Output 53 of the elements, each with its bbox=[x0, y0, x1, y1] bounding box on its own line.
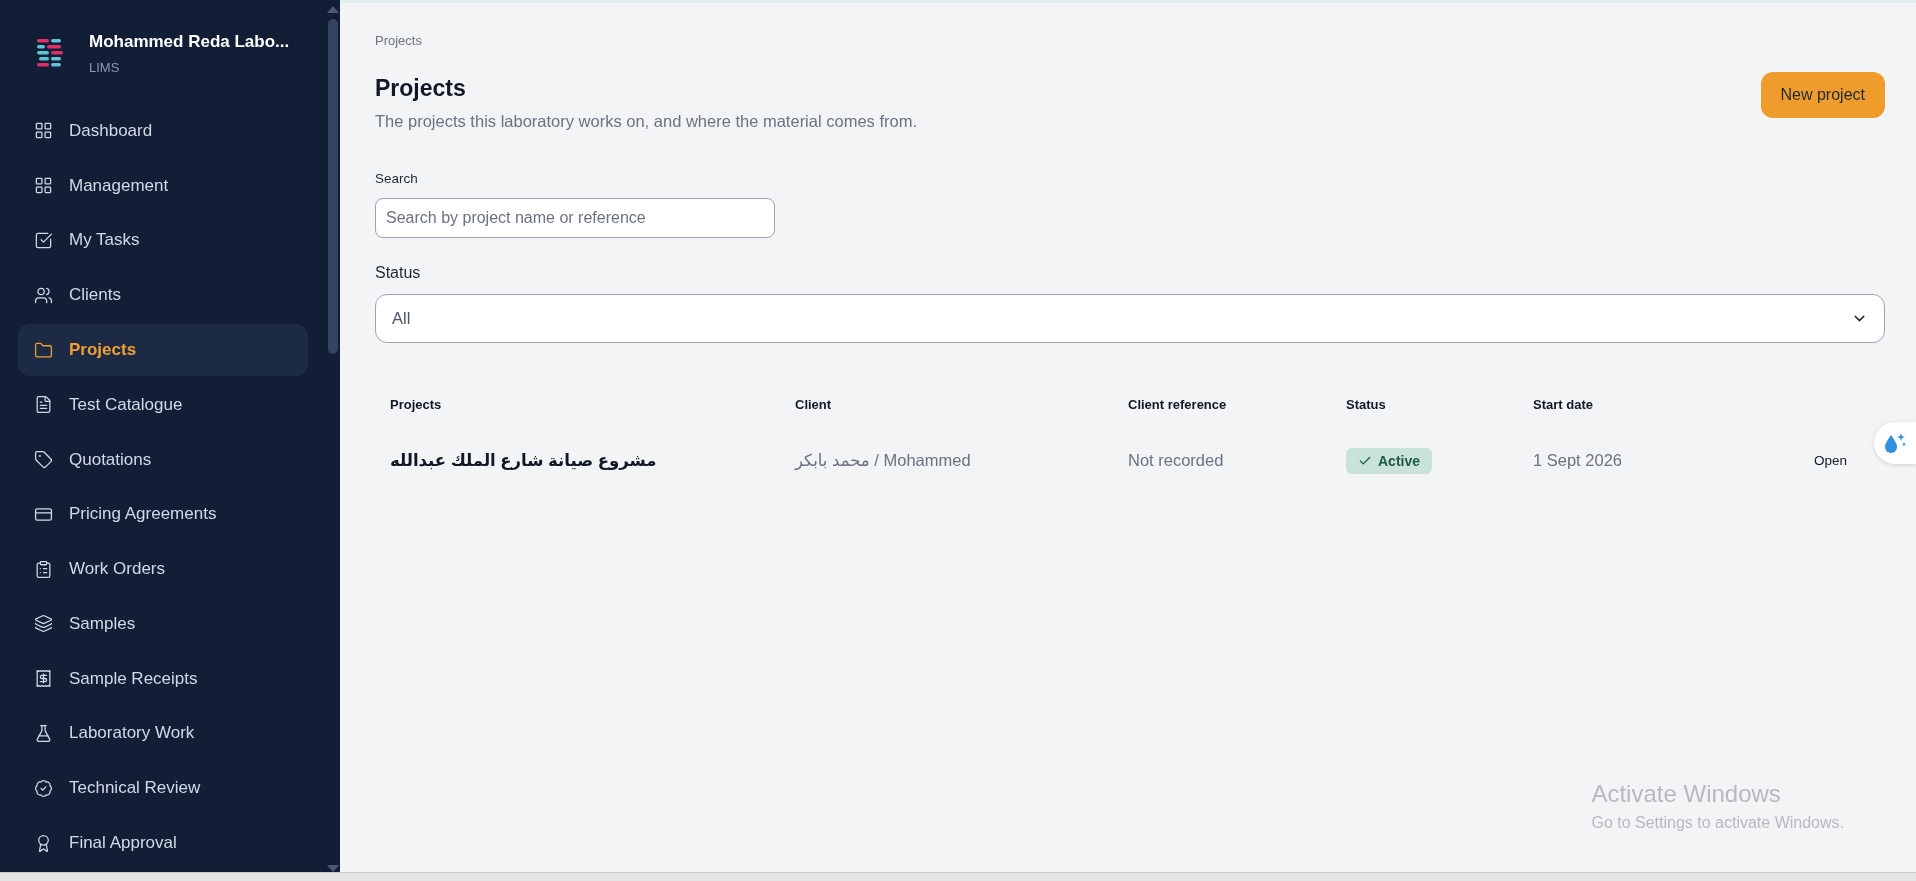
sidebar-item[interactable]: My Tasks bbox=[18, 214, 308, 267]
open-link[interactable]: Open bbox=[1813, 453, 1847, 468]
scroll-up-icon[interactable] bbox=[327, 6, 339, 13]
sidebar-item[interactable]: Quotations bbox=[18, 433, 308, 486]
sidebar-item[interactable]: Technical Review bbox=[18, 762, 308, 815]
clipboard-icon bbox=[34, 559, 53, 579]
search-field[interactable]: Search by project name or reference bbox=[375, 198, 775, 238]
tag-icon bbox=[34, 450, 53, 470]
column-header: Status bbox=[1345, 396, 1387, 414]
sidebar-item[interactable]: Test Catalogue bbox=[18, 378, 308, 431]
grid-icon bbox=[34, 176, 53, 196]
badge-check-icon bbox=[34, 778, 53, 798]
activation-title: Activate Windows bbox=[1591, 780, 1782, 808]
page-description: The projects this laboratory works on, and where the material comes from. bbox=[375, 112, 917, 131]
sidebar-item[interactable]: Laboratory Work bbox=[18, 707, 308, 760]
column-header: Projects bbox=[389, 396, 443, 414]
status-badge: Active bbox=[1346, 447, 1433, 474]
checklist-icon bbox=[34, 230, 53, 250]
sidebar-item[interactable]: Projects bbox=[18, 324, 308, 376]
status-label: Status bbox=[375, 264, 422, 282]
new-project-button[interactable]: New project bbox=[1760, 72, 1885, 118]
droplet-icon bbox=[1882, 431, 1908, 455]
grid-icon bbox=[34, 121, 53, 141]
sidebar-item[interactable]: Dashboard bbox=[18, 105, 308, 157]
page-title: Projects bbox=[375, 75, 467, 102]
sidebar-item[interactable]: Sample Receipts bbox=[18, 652, 308, 705]
folder-icon bbox=[34, 340, 53, 360]
table-cell-text: محمد بابكر / Mohammed bbox=[793, 450, 972, 472]
organization-name: Mohammed Reda Labo... bbox=[89, 32, 290, 52]
table-cell-text: مشروع صيانة شارع الملك عبدالله bbox=[389, 450, 658, 472]
receipt-icon bbox=[34, 669, 53, 689]
sidebar-item[interactable]: Work Orders bbox=[18, 543, 308, 596]
sidebar-item[interactable]: Pricing Agreements bbox=[18, 488, 308, 541]
layers-icon bbox=[34, 614, 53, 634]
droplet-button[interactable] bbox=[1874, 422, 1916, 464]
activation-text: Go to Settings to activate Windows. bbox=[1591, 814, 1844, 832]
users-icon bbox=[34, 285, 53, 305]
flask-icon bbox=[34, 724, 53, 743]
scrollbar-thumb[interactable] bbox=[328, 19, 338, 354]
sidebar-item[interactable]: Management bbox=[18, 159, 308, 212]
column-header: Client bbox=[794, 396, 833, 414]
search-label: Search bbox=[375, 171, 419, 186]
column-header: Client reference bbox=[1127, 396, 1228, 414]
status-select[interactable]: All bbox=[375, 294, 1885, 343]
sidebar-item[interactable]: Samples bbox=[18, 598, 308, 650]
table-cell-text: Not recorded bbox=[1127, 450, 1225, 471]
sidebar-item[interactable]: Clients bbox=[18, 269, 308, 322]
app-subtitle: LIMS bbox=[89, 60, 121, 75]
table-cell-text: 1 Sept 2026 bbox=[1532, 450, 1623, 471]
document-icon bbox=[34, 395, 53, 415]
sidebar-item[interactable]: Final Approval bbox=[18, 817, 308, 869]
column-header: Start date bbox=[1532, 396, 1594, 414]
breadcrumb[interactable]: Projects bbox=[375, 33, 1885, 48]
